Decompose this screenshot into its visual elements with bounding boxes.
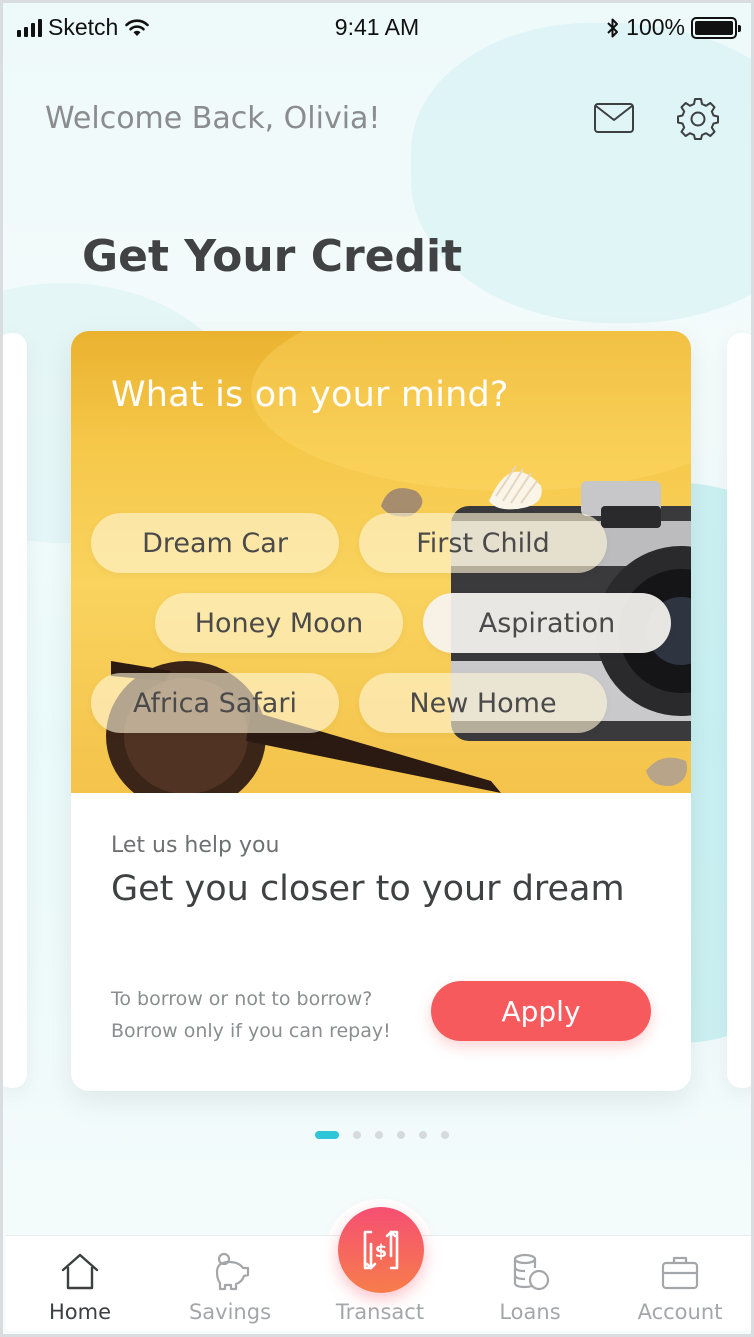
bluetooth-icon	[607, 18, 619, 37]
carousel-pager	[315, 1131, 449, 1139]
card-note-line1: To borrow or not to borrow?	[111, 988, 373, 1010]
gear-icon[interactable]	[675, 95, 721, 141]
carousel-next-card[interactable]	[727, 333, 751, 1088]
card-headline: Get you closer to your dream	[111, 869, 625, 909]
briefcase-icon	[661, 1256, 699, 1290]
tab-label: Savings	[188, 1300, 272, 1324]
card-subtitle: Let us help you	[111, 833, 280, 858]
tab-account[interactable]: Account	[615, 1236, 745, 1332]
mail-icon[interactable]	[591, 95, 637, 141]
chip-first-child[interactable]: First Child	[359, 513, 607, 573]
chip-africa-safari[interactable]: Africa Safari	[91, 673, 339, 733]
pager-dot[interactable]	[375, 1131, 383, 1139]
tab-label: Home	[48, 1300, 111, 1324]
credit-card: What is on your mind? Dream Car First Ch…	[71, 331, 691, 1091]
chip-new-home[interactable]: New Home	[359, 673, 607, 733]
tab-savings[interactable]: Savings	[165, 1236, 295, 1332]
pager-dot[interactable]	[441, 1131, 449, 1139]
pager-dot[interactable]	[353, 1131, 361, 1139]
tab-label: Loans	[499, 1300, 561, 1324]
pager-dot[interactable]	[419, 1131, 427, 1139]
coins-icon	[513, 1253, 550, 1291]
card-note-line2: Borrow only if you can repay!	[111, 1020, 391, 1042]
pager-dot[interactable]	[315, 1131, 339, 1139]
svg-text:$: $	[375, 1241, 388, 1262]
pager-dot[interactable]	[397, 1131, 405, 1139]
status-bar-right: 100%	[606, 14, 741, 41]
piggy-bank-icon	[215, 1252, 250, 1291]
page-title: Get Your Credit	[82, 231, 463, 282]
card-hero-image: What is on your mind? Dream Car First Ch…	[71, 331, 691, 793]
battery-percent: 100%	[626, 14, 685, 40]
tab-loans[interactable]: Loans	[465, 1236, 595, 1332]
background-blob	[411, 23, 751, 323]
chip-aspiration[interactable]: Aspiration	[423, 593, 671, 653]
apply-button[interactable]: Apply	[431, 981, 651, 1041]
status-bar: Sketch 9:41 AM 100%	[3, 3, 751, 51]
tab-label: Transact	[335, 1300, 425, 1324]
app-screen: Sketch 9:41 AM 100% Welcome Back, Olivia…	[0, 0, 754, 1337]
carousel-prev-card[interactable]	[3, 333, 27, 1088]
transact-button[interactable]: $	[338, 1207, 424, 1293]
battery-icon	[691, 16, 741, 39]
transfer-icon: $	[363, 1230, 399, 1270]
battery-fill	[695, 20, 733, 35]
chip-dream-car[interactable]: Dream Car	[91, 513, 339, 573]
tab-label: Account	[637, 1300, 723, 1324]
card-note: To borrow or not to borrow? Borrow only …	[111, 983, 391, 1047]
home-icon	[61, 1253, 99, 1290]
tab-home[interactable]: Home	[15, 1236, 145, 1332]
chip-honey-moon[interactable]: Honey Moon	[155, 593, 403, 653]
welcome-message: Welcome Back, Olivia!	[45, 101, 381, 136]
card-question: What is on your mind?	[111, 375, 509, 415]
